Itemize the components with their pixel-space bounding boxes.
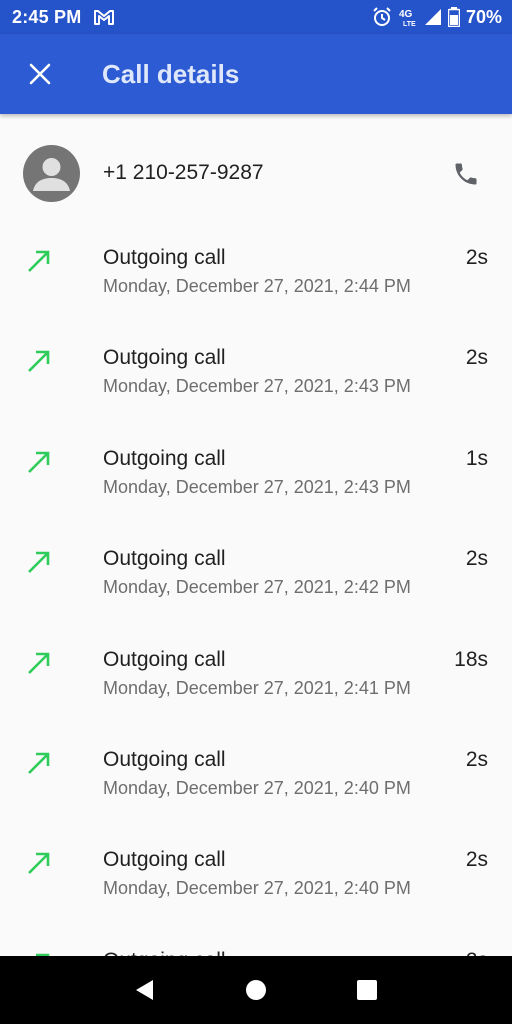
gmail-icon [93, 8, 115, 26]
call-type: Outgoing call [103, 848, 226, 872]
status-bar: 2:45 PM 4G LTE 70% [0, 0, 512, 34]
outgoing-call-icon [28, 250, 50, 272]
call-type: Outgoing call [103, 246, 226, 269]
call-datetime: Monday, December 27, 2021, 2:41 PM [103, 677, 411, 698]
call-type: Outgoing call [103, 747, 226, 771]
list-item: Outgoing call Monday, December 27, 2021,… [0, 535, 512, 635]
battery-percent: 70% [465, 6, 502, 27]
outgoing-call-icon [28, 853, 50, 875]
close-icon [29, 63, 51, 85]
call-datetime: Monday, December 27, 2021, 2:40 PM [103, 777, 411, 798]
call-duration: 1s [465, 446, 488, 470]
outgoing-call-icon [28, 351, 50, 373]
call-button[interactable] [446, 154, 486, 194]
outgoing-call-icon [28, 652, 50, 674]
call-list: Outgoing call Monday, December 27, 2021,… [0, 234, 512, 1024]
status-right: 4G LTE 70% [372, 7, 502, 28]
4g-lte-icon: 4G LTE [398, 7, 418, 27]
person-icon [33, 158, 70, 191]
call-datetime: Monday, December 27, 2021, 2:44 PM [103, 276, 411, 296]
list-item: Outgoing call Monday, December 27, 2021,… [0, 234, 512, 334]
back-icon [136, 980, 154, 1000]
home-icon [245, 980, 266, 1000]
back-button[interactable] [115, 960, 175, 1020]
call-type: Outgoing call [103, 647, 226, 671]
call-duration: 18s [454, 647, 488, 671]
call-duration: 2s [465, 547, 488, 571]
home-button[interactable] [226, 960, 286, 1020]
call-type: Outgoing call [103, 346, 226, 370]
phone-icon [455, 163, 477, 185]
list-item: Outgoing call Monday, December 27, 2021,… [0, 836, 512, 936]
status-time: 2:45 PM [12, 6, 82, 27]
battery-icon [447, 7, 460, 27]
outgoing-call-icon [28, 551, 50, 574]
status-left: 2:45 PM [12, 7, 115, 28]
call-duration: 2s [465, 747, 488, 771]
outgoing-call-icon [28, 752, 50, 774]
list-item: Outgoing call Monday, December 27, 2021,… [0, 636, 512, 736]
close-button[interactable] [0, 34, 80, 114]
alarm-icon [372, 7, 392, 27]
call-datetime: Monday, December 27, 2021, 2:43 PM [103, 376, 411, 397]
contact-number: +1 210-257-9287 [103, 161, 264, 184]
outgoing-call-icon [28, 451, 50, 473]
call-duration: 2s [465, 246, 488, 269]
call-datetime: Monday, December 27, 2021, 2:43 PM [103, 476, 411, 497]
svg-text:4G: 4G [399, 9, 413, 20]
call-datetime: Monday, December 27, 2021, 2:42 PM [103, 577, 411, 598]
svg-text:LTE: LTE [403, 21, 416, 27]
call-type: Outgoing call [103, 547, 226, 571]
call-datetime: Monday, December 27, 2021, 2:40 PM [103, 878, 411, 899]
contact-header: +1 210-257-9287 [0, 114, 512, 234]
navigation-bar [0, 956, 512, 1024]
recents-button[interactable] [337, 960, 397, 1020]
list-item: Outgoing call Monday, December 27, 2021,… [0, 736, 512, 836]
call-duration: 2s [465, 848, 488, 872]
recents-icon [356, 980, 377, 1000]
list-item: Outgoing call Monday, December 27, 2021,… [0, 435, 512, 535]
page-title: Call details [102, 58, 240, 89]
call-type: Outgoing call [103, 446, 226, 470]
avatar [23, 145, 80, 202]
call-duration: 2s [465, 346, 488, 370]
app-bar: Call details [0, 34, 512, 114]
call-details-screen: 2:45 PM 4G LTE 70% Call details +1 210-2… [0, 0, 512, 1024]
signal-icon [424, 8, 442, 26]
list-item: Outgoing call Monday, December 27, 2021,… [0, 334, 512, 434]
